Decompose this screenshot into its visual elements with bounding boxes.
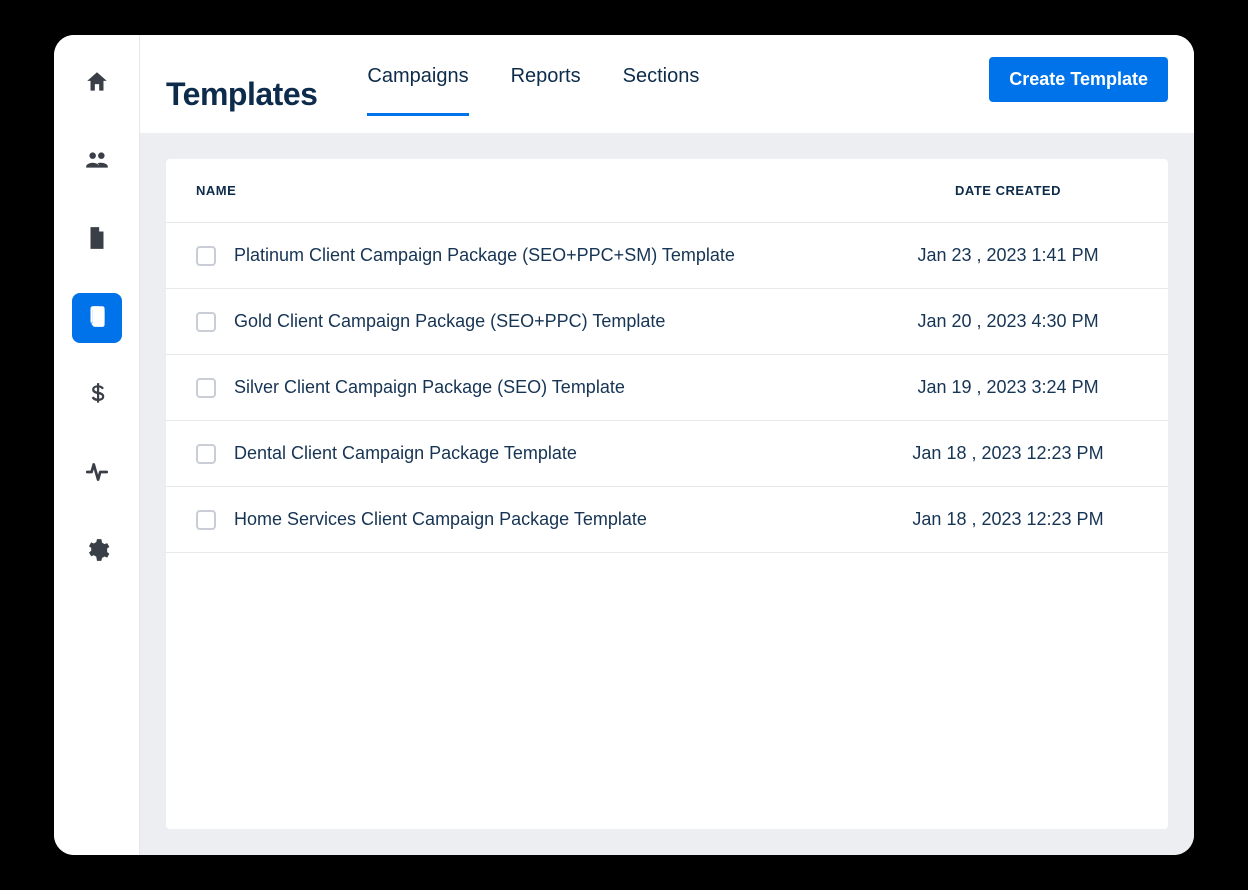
home-icon [84, 69, 110, 100]
sidebar-item-home[interactable] [72, 59, 122, 109]
table-row[interactable]: Silver Client Campaign Package (SEO) Tem… [166, 355, 1168, 421]
row-name: Silver Client Campaign Package (SEO) Tem… [234, 377, 878, 398]
tab-sections[interactable]: Sections [623, 65, 700, 116]
activity-icon [84, 459, 110, 490]
column-header-name: NAME [196, 183, 878, 198]
header: Templates Campaigns Reports Sections Cre… [140, 35, 1194, 133]
tabs: Campaigns Reports Sections [367, 55, 699, 133]
sidebar-item-templates[interactable] [72, 293, 122, 343]
row-checkbox[interactable] [196, 312, 216, 332]
app-window: Templates Campaigns Reports Sections Cre… [54, 35, 1194, 855]
tab-campaigns[interactable]: Campaigns [367, 65, 468, 116]
sidebar-item-users[interactable] [72, 137, 122, 187]
table-row[interactable]: Home Services Client Campaign Package Te… [166, 487, 1168, 553]
row-checkbox[interactable] [196, 510, 216, 530]
sidebar-item-report[interactable] [72, 215, 122, 265]
row-date: Jan 18 , 2023 12:23 PM [878, 509, 1138, 530]
gear-icon [84, 537, 110, 568]
sidebar-item-billing[interactable] [72, 371, 122, 421]
row-name: Dental Client Campaign Package Template [234, 443, 878, 464]
row-date: Jan 20 , 2023 4:30 PM [878, 311, 1138, 332]
row-checkbox[interactable] [196, 378, 216, 398]
row-name: Home Services Client Campaign Package Te… [234, 509, 878, 530]
users-icon [84, 147, 110, 178]
sidebar-item-activity[interactable] [72, 449, 122, 499]
tab-reports[interactable]: Reports [511, 65, 581, 116]
dollar-icon [84, 381, 110, 412]
page-title: Templates [166, 76, 317, 113]
table-row[interactable]: Dental Client Campaign Package Template … [166, 421, 1168, 487]
sidebar-item-settings[interactable] [72, 527, 122, 577]
sidebar [54, 35, 140, 855]
table-row[interactable]: Platinum Client Campaign Package (SEO+PP… [166, 223, 1168, 289]
create-template-button[interactable]: Create Template [989, 57, 1168, 102]
report-icon [84, 225, 110, 256]
row-date: Jan 18 , 2023 12:23 PM [878, 443, 1138, 464]
main-area: Templates Campaigns Reports Sections Cre… [140, 35, 1194, 855]
row-date: Jan 19 , 2023 3:24 PM [878, 377, 1138, 398]
row-name: Platinum Client Campaign Package (SEO+PP… [234, 245, 878, 266]
table-header: NAME DATE CREATED [166, 159, 1168, 223]
row-checkbox[interactable] [196, 444, 216, 464]
row-checkbox[interactable] [196, 246, 216, 266]
templates-icon [84, 303, 110, 334]
content: NAME DATE CREATED Platinum Client Campai… [140, 133, 1194, 855]
row-name: Gold Client Campaign Package (SEO+PPC) T… [234, 311, 878, 332]
table-row[interactable]: Gold Client Campaign Package (SEO+PPC) T… [166, 289, 1168, 355]
column-header-date: DATE CREATED [878, 183, 1138, 198]
templates-table: NAME DATE CREATED Platinum Client Campai… [166, 159, 1168, 829]
row-date: Jan 23 , 2023 1:41 PM [878, 245, 1138, 266]
